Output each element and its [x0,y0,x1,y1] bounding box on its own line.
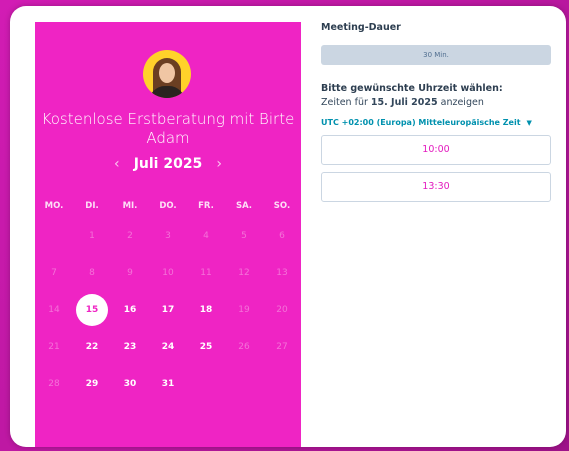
calendar-day-selected[interactable]: 15 [73,292,111,329]
calendar-empty-cell [187,366,225,403]
calendar-day: 3 [165,231,171,241]
calendar-day[interactable]: 31 [149,366,187,403]
calendar-day: 10 [162,268,174,278]
weekday-label: MO. [44,201,64,211]
calendar-weeks: 1 2 3 4 5 6 7 8 9 10 11 12 13 14 15 16 17 18 19 20 21 22 23 24 2… [35,218,301,403]
calendar-day: 11 [200,268,212,278]
time-slot-button[interactable]: 10:00 [321,135,551,165]
calendar-day[interactable]: 30 [111,366,149,403]
calendar-day: 4 [203,231,209,241]
timezone-label: UTC +02:00 (Europa) Mitteleuropäische Ze… [321,118,521,127]
timezone-select[interactable]: UTC +02:00 (Europa) Mitteleuropäische Ze… [321,118,551,127]
calendar-day: 14 [48,305,60,315]
weekday-header: MO. DI. MI. DO. FR. SA. SO. [35,194,301,218]
calendar-day: 8 [89,268,95,278]
time-slot-button[interactable]: 13:30 [321,172,551,202]
weekday-label: SA. [235,201,253,211]
calendar-panel: Kostenlose Erstberatung mit Birte Adam ‹… [35,22,301,447]
calendar-day[interactable]: 25 [187,329,225,366]
calendar-day: 20 [276,305,288,315]
showing-suffix: anzeigen [437,97,484,108]
caret-down-icon: ▼ [526,119,532,127]
calendar-day: 13 [276,268,288,278]
calendar-day[interactable]: 23 [111,329,149,366]
calendar-empty-cell [225,366,263,403]
showing-times-text: Zeiten für 15. Juli 2025 anzeigen [321,97,551,108]
duration-option[interactable]: 30 Min. [321,45,551,65]
calendar-day[interactable]: 24 [149,329,187,366]
time-slots: 10:00 13:30 [321,135,551,202]
calendar-day: 21 [48,342,60,352]
calendar-day: 7 [51,268,57,278]
weekday-label: MI. [122,201,138,211]
calendar-day: 12 [238,268,250,278]
calendar-week: 1 2 3 4 5 6 [35,218,301,255]
calendar-week: 21 22 23 24 25 26 27 [35,329,301,366]
calendar-day: 5 [241,231,247,241]
showing-date: 15. Juli 2025 [370,97,438,108]
prev-month-arrow-icon[interactable]: ‹ [105,156,129,172]
calendar-empty-cell [263,366,301,403]
calendar-empty-cell [35,218,73,255]
avatar-face [159,63,175,83]
month-label: Juli 2025 [133,156,203,172]
calendar-week: 14 15 16 17 18 19 20 [35,292,301,329]
showing-prefix: Zeiten für [321,97,371,108]
calendar-day: 19 [238,305,250,315]
calendar-day: 9 [127,268,133,278]
calendar-day: 28 [48,379,60,389]
calendar-day[interactable]: 22 [73,329,111,366]
duration-label: Meeting-Dauer [321,22,401,33]
time-panel: Meeting-Dauer 30 Min. Bitte gewünschte U… [321,22,551,202]
booking-widget: Kostenlose Erstberatung mit Birte Adam ‹… [10,6,566,447]
calendar-day: 27 [276,342,288,352]
calendar-day[interactable]: 17 [149,292,187,329]
selected-day-number: 15 [76,294,108,326]
calendar-grid: MO. DI. MI. DO. FR. SA. SO. 1 2 3 4 5 6 7 8 9 10 11 12 13 1… [35,194,301,403]
calendar-day: 2 [127,231,133,241]
calendar-day[interactable]: 16 [111,292,149,329]
calendar-day: 26 [238,342,250,352]
avatar [143,50,191,98]
weekday-label: DI. [85,201,99,211]
calendar-week: 7 8 9 10 11 12 13 [35,255,301,292]
calendar-day[interactable]: 18 [187,292,225,329]
calendar-week: 28 29 30 31 [35,366,301,403]
pick-time-label: Bitte gewünschte Uhrzeit wählen: [321,83,503,94]
calendar-day[interactable]: 29 [73,366,111,403]
calendar-day: 6 [279,231,285,241]
next-month-arrow-icon[interactable]: › [207,156,231,172]
weekday-label: SO. [273,201,291,211]
meeting-title: Kostenlose Erstberatung mit Birte Adam [41,110,295,147]
weekday-label: DO. [159,201,177,211]
weekday-label: FR. [198,201,214,211]
month-navigation: ‹ Juli 2025 › [35,156,301,172]
calendar-day: 1 [89,231,95,241]
